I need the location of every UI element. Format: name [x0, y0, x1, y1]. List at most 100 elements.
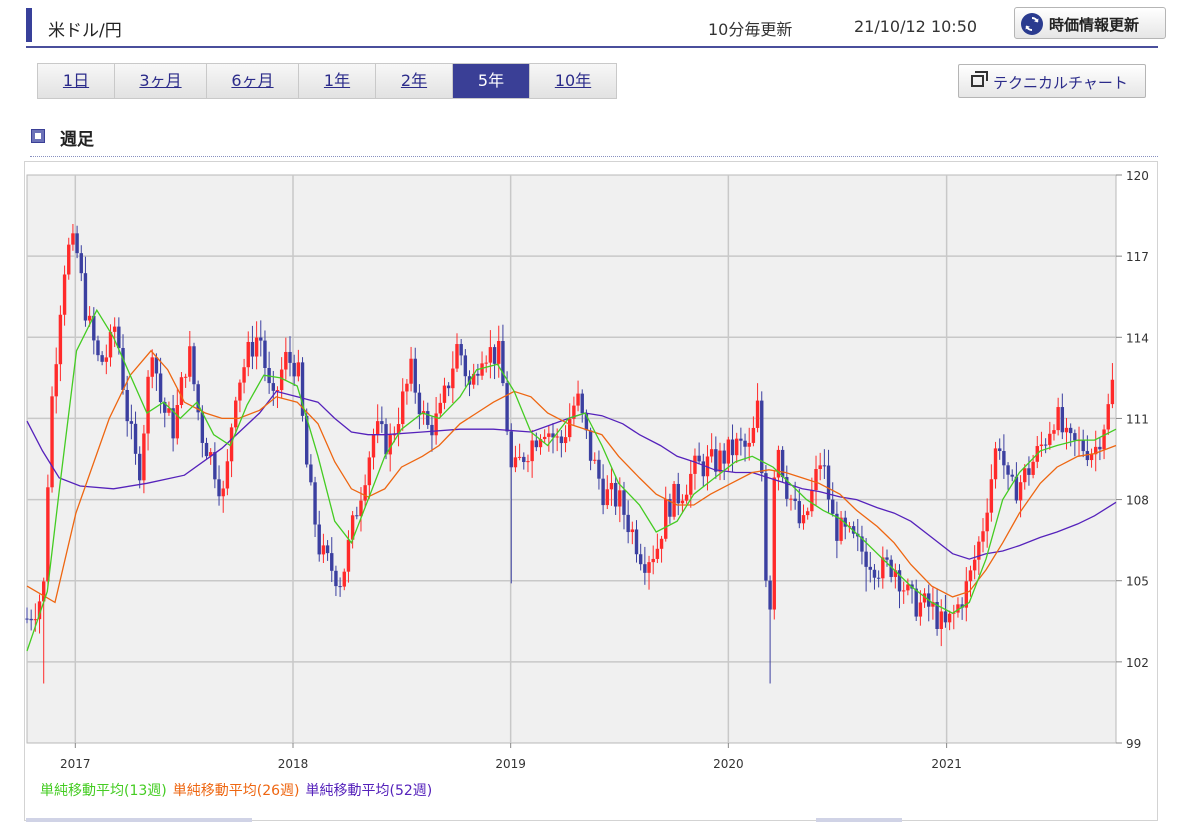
- candle-body: [175, 405, 179, 439]
- candle-body: [142, 433, 146, 481]
- candle-body: [413, 358, 417, 393]
- candle-body: [693, 455, 697, 474]
- candle-body: [83, 273, 88, 321]
- candle-body: [384, 424, 388, 455]
- candle-body: [1039, 444, 1044, 447]
- candle-body: [150, 357, 154, 377]
- candle-body: [605, 489, 609, 506]
- candle-body: [568, 418, 572, 438]
- candle-body: [204, 442, 209, 457]
- candle-body: [133, 423, 138, 454]
- candle-body: [426, 411, 430, 425]
- candle-body: [192, 346, 196, 385]
- candle-body: [709, 449, 714, 457]
- candle-body: [375, 421, 380, 435]
- candle-body: [296, 362, 301, 377]
- candle-body: [112, 326, 117, 332]
- candle-body: [96, 340, 100, 356]
- candle-body: [655, 548, 660, 559]
- candle-body: [517, 456, 522, 458]
- candle-body: [138, 453, 142, 481]
- candle-body: [814, 469, 818, 491]
- candle-body: [751, 427, 756, 443]
- candle-body: [179, 377, 184, 406]
- candle-body: [730, 439, 735, 456]
- candle-body: [1052, 430, 1056, 434]
- candle-body: [371, 434, 376, 458]
- candle-body: [405, 383, 409, 392]
- candle-body: [476, 373, 480, 376]
- candle-body: [33, 619, 38, 621]
- weekly-candlestick-chart: 120 117 114 111 108 105 102 99 2017 2018 2019 2020 2…: [25, 169, 1149, 771]
- legend-ma52: 単純移動平均(52週): [305, 783, 433, 799]
- candle-body: [743, 440, 747, 447]
- candle-body: [338, 586, 342, 588]
- bottom-divider-right: [816, 818, 902, 822]
- candle-body: [676, 483, 680, 504]
- candle-body: [108, 331, 113, 358]
- candle-body: [697, 455, 701, 462]
- candle-body: [58, 314, 63, 365]
- candle-body: [279, 369, 284, 391]
- candle-body: [1060, 407, 1065, 433]
- candle-body: [401, 391, 405, 425]
- candle-body: [789, 498, 793, 500]
- y-tick-label: 114: [1126, 331, 1149, 345]
- candle-body: [822, 465, 827, 467]
- candle-body: [601, 478, 605, 506]
- candle-body: [480, 363, 484, 376]
- legend-ma13: 単純移動平均(13週): [40, 783, 167, 799]
- candle-body: [901, 590, 906, 592]
- chart-legend: 単純移動平均(13週) 単純移動平均(26週) 単純移動平均(52週): [40, 780, 432, 800]
- candle-body: [1002, 451, 1006, 466]
- x-tick-label: 2021: [931, 757, 962, 771]
- candle-body: [309, 464, 313, 483]
- candle-body: [513, 457, 518, 468]
- candle-body: [346, 539, 351, 572]
- candle-body: [334, 570, 338, 587]
- candle-body: [259, 337, 263, 341]
- candle-body: [1106, 404, 1110, 430]
- candle-body: [868, 566, 872, 570]
- y-tick-label: 111: [1126, 412, 1149, 426]
- candle-body: [722, 450, 726, 464]
- candle-body: [772, 477, 776, 610]
- candle-body: [643, 564, 647, 573]
- candle-body: [797, 501, 802, 524]
- candle-body: [121, 347, 125, 390]
- candle-body: [618, 490, 622, 507]
- candle-body: [250, 341, 255, 357]
- candle-body: [1010, 474, 1014, 477]
- candle-body: [367, 457, 372, 486]
- candle-body: [146, 376, 150, 434]
- candle-body: [79, 253, 83, 274]
- candle-body: [622, 490, 626, 515]
- candle-body: [793, 498, 797, 502]
- candle-body: [630, 529, 635, 533]
- candle-body: [718, 450, 722, 472]
- y-tick-label: 105: [1126, 575, 1149, 589]
- candle-body: [805, 511, 810, 516]
- candle-body: [463, 355, 468, 377]
- candle-body: [1043, 444, 1048, 446]
- candle-body: [313, 482, 317, 525]
- candle-body: [684, 494, 689, 501]
- candle-body: [780, 449, 785, 478]
- candle-body: [981, 531, 985, 542]
- candle-body: [522, 456, 526, 463]
- candle-body: [200, 412, 205, 443]
- candle-body: [906, 584, 910, 591]
- candle-body: [125, 389, 129, 422]
- candle-body: [442, 385, 447, 403]
- candle-body: [129, 421, 134, 424]
- candle-body: [542, 436, 547, 440]
- bottom-divider-left: [26, 818, 252, 822]
- candle-body: [530, 440, 534, 462]
- candle-body: [647, 562, 651, 573]
- candle-body: [117, 326, 121, 348]
- candle-body: [885, 557, 889, 560]
- candle-body: [555, 436, 559, 438]
- candle-body: [626, 514, 630, 533]
- candle-body: [355, 515, 359, 517]
- x-tick-label: 2020: [713, 757, 744, 771]
